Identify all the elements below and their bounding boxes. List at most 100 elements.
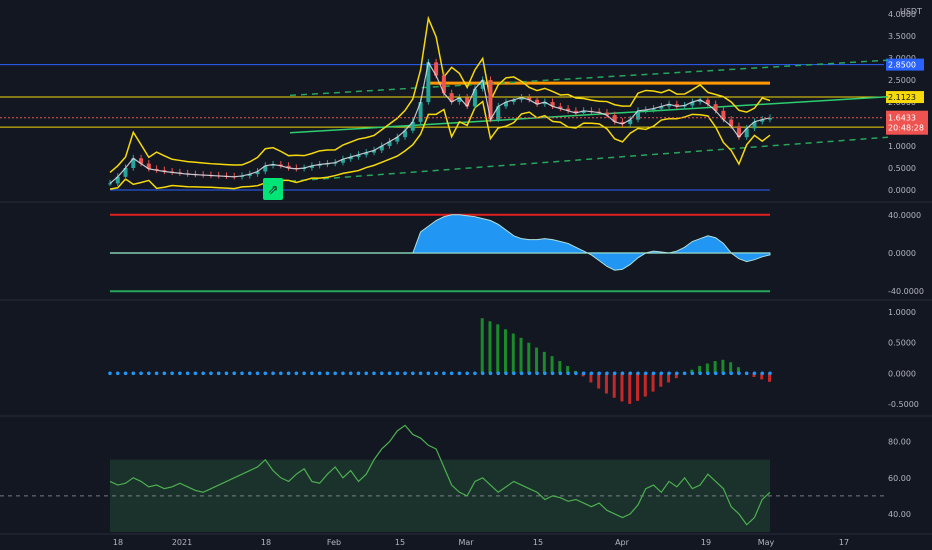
momentum-bar [597, 373, 601, 389]
bollinger-upper [109, 15, 771, 173]
candle-body [108, 183, 112, 185]
momentum-bar [496, 324, 500, 374]
momentum-zero-dot [558, 371, 563, 376]
momentum-zero-dot [636, 371, 640, 376]
oscillator-wave [110, 214, 771, 271]
momentum-zero-dot [690, 371, 695, 376]
momentum-zero-dot [387, 371, 392, 376]
momentum-bar [504, 329, 507, 374]
momentum-zero-dot [139, 371, 143, 376]
momentum-zero-dot [721, 371, 726, 376]
price-level-label: 2.1123 [888, 93, 916, 102]
momentum-zero-dot [752, 371, 757, 376]
momentum-zero-dot [744, 371, 749, 376]
momentum-bar [643, 373, 647, 397]
current-price-label: 1.6433 [888, 114, 916, 123]
momentum-bar [511, 333, 515, 374]
momentum-bar [659, 373, 663, 387]
momentum-bar [519, 337, 523, 374]
price-level-label: 2.8500 [888, 61, 916, 70]
momentum-zero-dot [372, 371, 376, 376]
momentum-zero-dot [224, 371, 229, 376]
momentum-bar [604, 373, 608, 394]
momentum-zero-dot [667, 371, 671, 376]
time-tick-label: 18 [113, 538, 123, 547]
momentum-zero-dot [240, 371, 244, 376]
momentum-zero-dot [566, 371, 570, 376]
momentum-zero-dot [170, 371, 174, 376]
momentum-zero-dot [659, 371, 664, 376]
momentum-zero-dot [628, 371, 633, 376]
momentum-zero-dot [325, 371, 330, 376]
price-tick-label: 0.5000 [888, 164, 916, 173]
momentum-zero-dot [682, 371, 687, 376]
momentum-zero-dot [597, 371, 601, 376]
momentum-zero-dot [294, 371, 299, 376]
time-tick-label: 15 [533, 538, 543, 547]
momentum-bar [721, 359, 725, 374]
momentum-zero-dot [232, 371, 237, 376]
momentum-zero-dot [488, 371, 493, 376]
momentum-zero-dot [341, 371, 345, 376]
momentum-zero-dot [193, 371, 198, 376]
momentum-bar [713, 361, 717, 374]
momentum-bar [558, 361, 562, 374]
momentum-zero-dot [154, 371, 159, 376]
price-tick-label: 0.0000 [888, 186, 916, 195]
momentum-zero-dot [209, 371, 213, 376]
price-tick-label: 2.5000 [888, 76, 916, 85]
momentum-zero-dot [581, 371, 586, 376]
momentum-zero-dot [286, 371, 291, 376]
oscillator-tick-label: 40.0000 [888, 211, 921, 220]
momentum-zero-dot [310, 371, 314, 376]
momentum-zero-dot [535, 371, 539, 376]
momentum-tick-label: -0.5000 [888, 400, 919, 409]
countdown-label: 20:48:28 [888, 124, 924, 133]
rsi-tick-label: 80.00 [888, 438, 911, 447]
momentum-bar [542, 351, 546, 374]
momentum-zero-dot [449, 371, 454, 376]
momentum-zero-dot [147, 371, 151, 376]
momentum-zero-dot [356, 371, 361, 376]
momentum-bar [480, 318, 484, 374]
momentum-zero-dot [418, 371, 423, 376]
momentum-zero-dot [364, 371, 369, 376]
momentum-tick-label: 0.0000 [888, 369, 916, 378]
trading-chart[interactable]: 4.00003.50003.00002.50002.00001.50001.00… [0, 0, 932, 550]
momentum-zero-dot [108, 371, 112, 376]
momentum-zero-dot [643, 371, 648, 376]
momentum-zero-dot [403, 371, 407, 376]
momentum-zero-dot [605, 371, 609, 376]
momentum-zero-dot [698, 371, 702, 376]
momentum-zero-dot [426, 371, 431, 376]
momentum-zero-dot [706, 371, 710, 376]
momentum-zero-dot [279, 371, 283, 376]
time-tick-label: Feb [327, 538, 341, 547]
momentum-zero-dot [511, 371, 516, 376]
momentum-zero-dot [395, 371, 400, 376]
momentum-zero-dot [651, 371, 656, 376]
momentum-zero-dot [271, 371, 275, 376]
rsi-tick-label: 60.00 [888, 474, 911, 483]
momentum-zero-dot [317, 371, 322, 376]
momentum-zero-dot [333, 371, 337, 376]
price-tick-label: 1.0000 [888, 142, 916, 151]
lower-dashed-trendline [289, 136, 889, 182]
momentum-zero-dot [574, 371, 578, 376]
momentum-zero-dot [480, 371, 485, 376]
momentum-zero-dot [473, 371, 477, 376]
oscillator-tick-label: 0.0000 [888, 249, 916, 258]
buy-signal-icon: ⇗ [268, 183, 279, 198]
momentum-zero-dot [620, 371, 625, 376]
momentum-zero-dot [201, 371, 205, 376]
momentum-bar [628, 373, 632, 404]
momentum-zero-dot [504, 371, 508, 376]
rsi-tick-label: 40.00 [888, 510, 911, 519]
momentum-zero-dot [162, 371, 167, 376]
momentum-bar [636, 373, 639, 401]
momentum-zero-dot [185, 371, 190, 376]
momentum-zero-dot [768, 371, 772, 376]
momentum-zero-dot [442, 371, 446, 376]
momentum-bar [620, 373, 624, 402]
momentum-zero-dot [589, 371, 594, 376]
